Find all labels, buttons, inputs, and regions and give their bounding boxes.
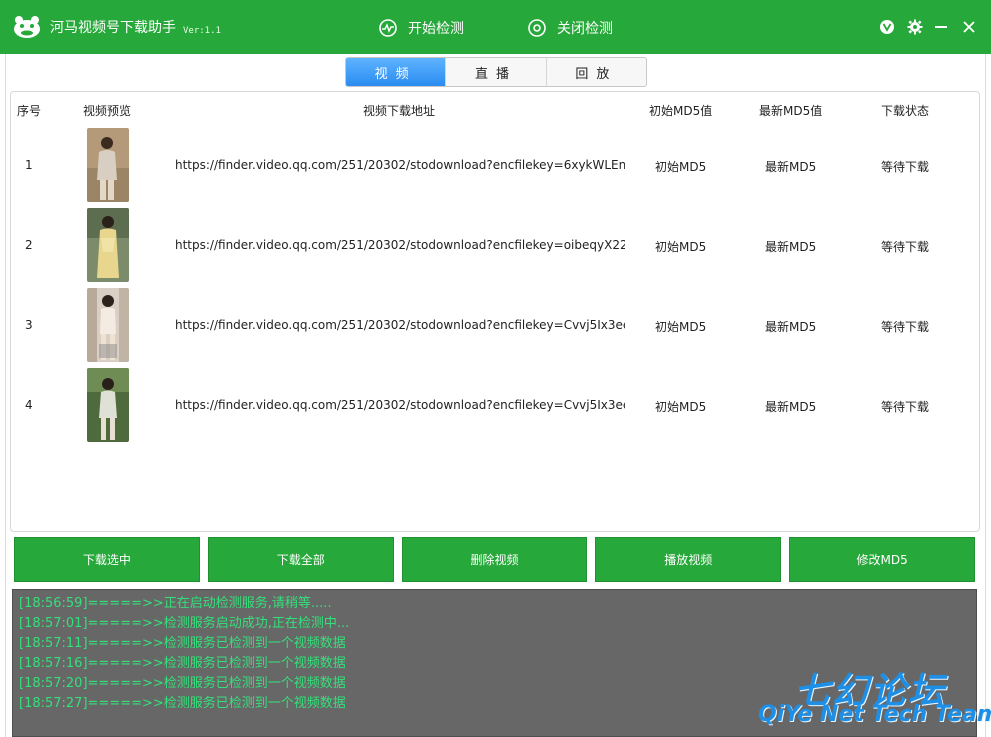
download-selected-button[interactable]: 下载选中 <box>14 537 200 582</box>
stop-detect-button[interactable]: 关闭检测 <box>527 16 613 40</box>
app-title: 河马视频号下载助手 <box>50 20 176 36</box>
log-line: [18:56:59]=====>>正在启动检测服务,请稍等..... <box>19 596 332 611</box>
table-row[interactable]: 4 https://finder.video.qq.com/251/20302/… <box>11 365 979 445</box>
title-bar: 河马视频号下载助手 Ver:1.1 开始检测 关闭检测 <box>0 0 991 54</box>
md5-latest: 最新MD5 <box>765 400 817 414</box>
delete-video-button[interactable]: 删除视频 <box>401 537 588 582</box>
start-detect-button[interactable]: 开始检测 <box>378 16 464 40</box>
tab-live[interactable]: 直播 <box>446 58 547 86</box>
pulse-icon <box>379 19 397 37</box>
table-row[interactable]: 2 https://finder.video.qq.com/251/20302/… <box>11 205 979 285</box>
header-url: 视频下载地址 <box>363 104 436 118</box>
table-header: 序号 视频预览 视频下载地址 初始MD5值 最新MD5值 下载状态 <box>11 102 979 120</box>
video-thumbnail[interactable] <box>87 208 129 282</box>
header-md5-initial: 初始MD5值 <box>649 104 713 118</box>
category-tabs: 视频 直播 回放 <box>345 57 647 87</box>
row-index: 4 <box>25 398 33 412</box>
modify-md5-button[interactable]: 修改MD5 <box>789 537 975 582</box>
md5-initial: 初始MD5 <box>655 240 707 254</box>
settings-gear-icon[interactable] <box>905 17 925 37</box>
download-status: 等待下载 <box>881 320 930 334</box>
forum-watermark: 七幻论坛 QiYe Net Tech Team <box>758 662 991 737</box>
md5-initial: 初始MD5 <box>655 160 707 174</box>
close-icon[interactable] <box>959 17 979 37</box>
app-version: Ver:1.1 <box>183 26 221 36</box>
hippo-logo-icon <box>14 16 40 38</box>
header-index: 序号 <box>17 104 42 118</box>
action-bar: 下载选中 下载全部 删除视频 播放视频 修改MD5 <box>14 537 975 582</box>
video-url[interactable]: https://finder.video.qq.com/251/20302/st… <box>175 158 625 172</box>
row-index: 1 <box>25 158 33 172</box>
tab-replay[interactable]: 回放 <box>547 58 646 86</box>
play-video-button[interactable]: 播放视频 <box>595 537 782 582</box>
stop-detect-label: 关闭检测 <box>557 21 613 37</box>
md5-initial: 初始MD5 <box>655 320 707 334</box>
header-preview: 视频预览 <box>83 104 132 118</box>
table-row[interactable]: 1 https://finder.video.qq.com/251/20302/… <box>11 125 979 205</box>
md5-latest: 最新MD5 <box>765 320 817 334</box>
video-url[interactable]: https://finder.video.qq.com/251/20302/st… <box>175 398 625 412</box>
watermark-en: QiYe Net Tech Team <box>758 702 991 727</box>
log-line: [18:57:11]=====>>检测服务已检测到一个视频数据 <box>19 636 346 651</box>
header-status: 下载状态 <box>881 104 930 118</box>
download-status: 等待下载 <box>881 160 930 174</box>
header-md5-latest: 最新MD5值 <box>759 104 823 118</box>
md5-latest: 最新MD5 <box>765 240 817 254</box>
download-status: 等待下载 <box>881 240 930 254</box>
start-detect-label: 开始检测 <box>408 21 464 37</box>
md5-latest: 最新MD5 <box>765 160 817 174</box>
log-line: [18:57:01]=====>>检测服务启动成功,正在检测中... <box>19 616 350 631</box>
download-all-button[interactable]: 下载全部 <box>207 537 394 582</box>
video-thumbnail[interactable] <box>87 368 129 442</box>
video-url[interactable]: https://finder.video.qq.com/251/20302/st… <box>175 318 625 332</box>
minimize-icon[interactable] <box>931 17 951 37</box>
row-index: 3 <box>25 318 33 332</box>
video-thumbnail[interactable] <box>87 288 129 362</box>
vip-icon[interactable] <box>877 17 897 37</box>
stop-circle-icon <box>528 19 546 37</box>
md5-initial: 初始MD5 <box>655 400 707 414</box>
table-row[interactable]: 3 https://finder.video.qq.com/251/20302/… <box>11 285 979 365</box>
row-index: 2 <box>25 238 33 252</box>
download-status: 等待下载 <box>881 400 930 414</box>
tab-video[interactable]: 视频 <box>346 58 447 86</box>
video-table: 序号 视频预览 视频下载地址 初始MD5值 最新MD5值 下载状态 1 http… <box>10 91 980 532</box>
video-thumbnail[interactable] <box>87 128 129 202</box>
video-url[interactable]: https://finder.video.qq.com/251/20302/st… <box>175 238 625 252</box>
